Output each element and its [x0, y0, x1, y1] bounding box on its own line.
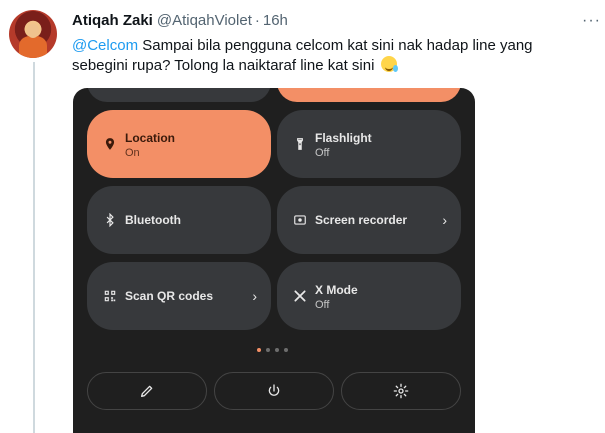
- avatar[interactable]: [9, 10, 57, 58]
- settings-button[interactable]: [341, 372, 461, 410]
- settings-gear-icon: [393, 383, 409, 399]
- chevron-right-icon: ›: [252, 288, 257, 304]
- page-dot-active: [257, 348, 261, 352]
- page-dot: [266, 348, 270, 352]
- thread-line: [33, 62, 35, 433]
- tweet-time[interactable]: 16h: [263, 12, 288, 29]
- tile-flashlight-status: Off: [315, 147, 330, 159]
- page-dot: [275, 348, 279, 352]
- tile-scan-qr-title: Scan QR codes: [125, 289, 214, 303]
- location-pin-icon: [105, 138, 115, 150]
- chevron-right-icon: ›: [442, 212, 447, 228]
- cropped-tile-right: [277, 88, 461, 102]
- tile-x-mode[interactable]: X Mode Off: [277, 262, 461, 330]
- power-button[interactable]: [214, 372, 334, 410]
- qr-code-icon: [104, 290, 116, 302]
- tile-bluetooth[interactable]: Bluetooth: [87, 186, 271, 254]
- tile-scan-qr[interactable]: Scan QR codes ›: [87, 262, 271, 330]
- tweet-header: Atiqah Zaki @AtiqahViolet · 16h: [72, 12, 288, 29]
- edit-pencil-icon: [141, 385, 153, 397]
- power-icon: [268, 384, 280, 396]
- tile-location-title: Location: [125, 131, 175, 145]
- tile-x-mode-title: X Mode: [315, 283, 358, 297]
- edit-button[interactable]: [87, 372, 207, 410]
- tile-bluetooth-title: Bluetooth: [125, 213, 181, 227]
- avatar-scarf: [19, 36, 47, 58]
- tile-location[interactable]: Location On: [87, 110, 271, 178]
- tile-screen-recorder[interactable]: Screen recorder ›: [277, 186, 461, 254]
- x-mode-icon: [294, 290, 306, 302]
- more-icon[interactable]: ···: [582, 12, 601, 30]
- separator-dot: ·: [254, 12, 260, 29]
- tile-screen-recorder-title: Screen recorder: [315, 213, 408, 227]
- screen-record-icon: [294, 215, 306, 225]
- cropped-tile-left: [87, 88, 271, 102]
- flashlight-icon: [297, 138, 303, 150]
- drooling-face-emoji-icon: [380, 56, 398, 72]
- bluetooth-icon: [106, 213, 114, 227]
- tile-location-status: On: [125, 147, 140, 159]
- avatar-face: [27, 24, 39, 38]
- tweet-text: @Celcom Sampai bila pengguna celcom kat …: [72, 36, 572, 76]
- page-dot: [284, 348, 288, 352]
- mention-link[interactable]: @Celcom: [72, 37, 138, 54]
- author-name[interactable]: Atiqah Zaki: [72, 12, 153, 29]
- tile-x-mode-status: Off: [315, 299, 330, 311]
- author-handle[interactable]: @AtiqahViolet: [157, 12, 252, 29]
- tweet-body: Sampai bila pengguna celcom kat sini nak…: [72, 37, 533, 74]
- attached-screenshot[interactable]: Location On Flashlight Off Bluetooth Scr…: [73, 88, 475, 433]
- page-indicator: [257, 348, 288, 352]
- tile-flashlight-title: Flashlight: [315, 131, 372, 145]
- tile-flashlight[interactable]: Flashlight Off: [277, 110, 461, 178]
